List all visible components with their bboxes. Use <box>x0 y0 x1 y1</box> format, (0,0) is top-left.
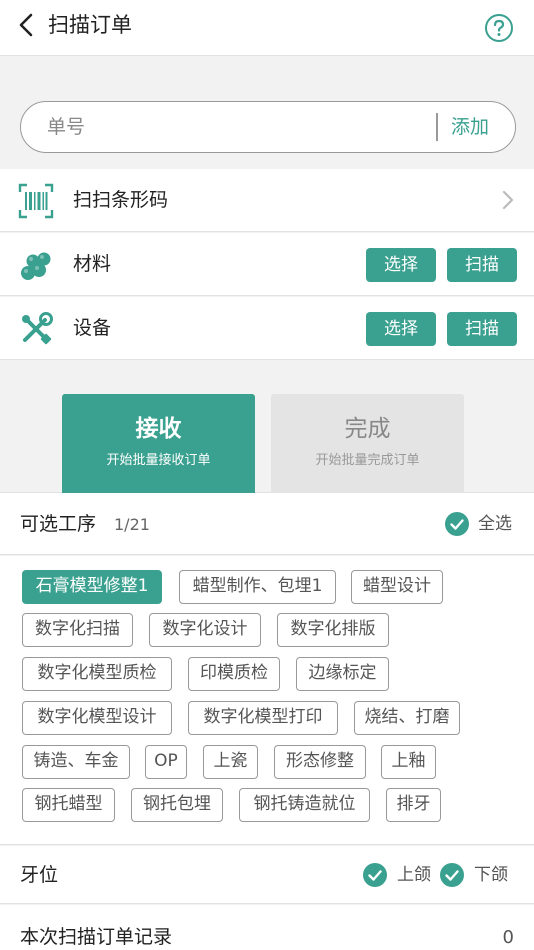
tooth-position-label: 牙位 <box>20 864 59 886</box>
material-select-button[interactable]: 选择 <box>366 248 436 282</box>
receive-mode-tab[interactable]: 接收 开始批量接收订单 <box>62 394 255 493</box>
lower-jaw-label[interactable]: 下颌 <box>474 863 508 887</box>
page-title: 扫描订单 <box>48 13 132 37</box>
add-button[interactable]: 添加 <box>451 114 489 140</box>
process-tag[interactable]: 数字化模型设计 <box>22 701 172 735</box>
scan-records-label: 本次扫描订单记录 <box>20 926 173 948</box>
process-tag[interactable]: 数字化模型质检 <box>22 657 172 691</box>
tooth-position-row: 牙位 上颌 下颌 <box>0 846 534 904</box>
chevron-right-icon <box>502 190 514 210</box>
process-tag[interactable]: 石膏模型修整1 <box>22 570 162 604</box>
material-icon <box>21 252 51 280</box>
material-label: 材料 <box>73 253 112 275</box>
process-tag[interactable]: 蜡型制作、包埋1 <box>179 570 336 604</box>
process-count: 1/21 <box>114 515 150 534</box>
tools-icon <box>22 312 53 345</box>
upper-jaw-label[interactable]: 上颌 <box>397 863 431 887</box>
process-tag[interactable]: 钢托铸造就位 <box>239 788 370 822</box>
process-tag[interactable]: 铸造、车金 <box>22 745 130 779</box>
process-tag[interactable]: OP <box>145 745 187 779</box>
process-tag[interactable]: 烧结、打磨 <box>354 701 460 735</box>
process-tag[interactable]: 边缘标定 <box>296 657 389 691</box>
device-label: 设备 <box>73 317 112 339</box>
help-icon[interactable] <box>484 13 514 43</box>
order-number-input[interactable] <box>47 102 427 151</box>
material-row: 材料 选择 扫描 <box>0 233 534 296</box>
top-bar: 扫描订单 <box>0 0 534 56</box>
process-tag[interactable]: 蜡型设计 <box>351 570 443 604</box>
device-scan-button[interactable]: 扫描 <box>447 312 517 346</box>
device-select-button[interactable]: 选择 <box>366 312 436 346</box>
select-all-check-icon[interactable] <box>445 512 469 536</box>
process-tag[interactable]: 上釉 <box>381 745 436 779</box>
receive-mode-subtitle: 开始批量接收订单 <box>106 453 211 468</box>
process-tag[interactable]: 数字化排版 <box>277 613 389 647</box>
order-number-section: 添加 <box>0 56 534 168</box>
search-divider <box>436 113 438 141</box>
select-all-label[interactable]: 全选 <box>478 512 512 536</box>
process-tag[interactable]: 形态修整 <box>274 745 366 779</box>
scan-records-count: 0 <box>502 927 514 948</box>
scan-barcode-label: 扫扫条形码 <box>73 189 169 211</box>
mode-switch: 接收 开始批量接收订单 完成 开始批量完成订单 <box>0 360 534 493</box>
scan-records-row[interactable]: 本次扫描订单记录 0 <box>0 905 534 950</box>
process-tag[interactable]: 数字化模型打印 <box>188 701 338 735</box>
process-tag[interactable]: 数字化扫描 <box>22 613 133 647</box>
barcode-scan-icon <box>18 183 54 219</box>
order-number-box: 添加 <box>20 101 516 153</box>
process-tag[interactable]: 印模质检 <box>188 657 280 691</box>
process-tag[interactable]: 上瓷 <box>203 745 258 779</box>
lower-jaw-check-icon[interactable] <box>440 863 464 887</box>
process-tag[interactable]: 钢托蜡型 <box>22 788 115 822</box>
back-arrow-icon[interactable] <box>14 12 40 38</box>
process-tag[interactable]: 数字化设计 <box>149 613 261 647</box>
process-tag[interactable]: 排牙 <box>386 788 441 822</box>
device-row: 设备 选择 扫描 <box>0 297 534 360</box>
complete-mode-subtitle: 开始批量完成订单 <box>315 453 420 468</box>
process-tag[interactable]: 钢托包埋 <box>131 788 223 822</box>
process-title: 可选工序 <box>20 513 97 535</box>
upper-jaw-check-icon[interactable] <box>363 863 387 887</box>
material-scan-button[interactable]: 扫描 <box>447 248 517 282</box>
process-tag-list: 石膏模型修整1 蜡型制作、包埋1 蜡型设计 数字化扫描 数字化设计 数字化排版 … <box>0 556 534 845</box>
process-header: 可选工序 1/21 全选 <box>0 493 534 555</box>
complete-mode-tab[interactable]: 完成 开始批量完成订单 <box>271 394 464 493</box>
receive-mode-title: 接收 <box>135 416 182 442</box>
complete-mode-title: 完成 <box>344 416 391 442</box>
scan-barcode-row[interactable]: 扫扫条形码 <box>0 169 534 232</box>
